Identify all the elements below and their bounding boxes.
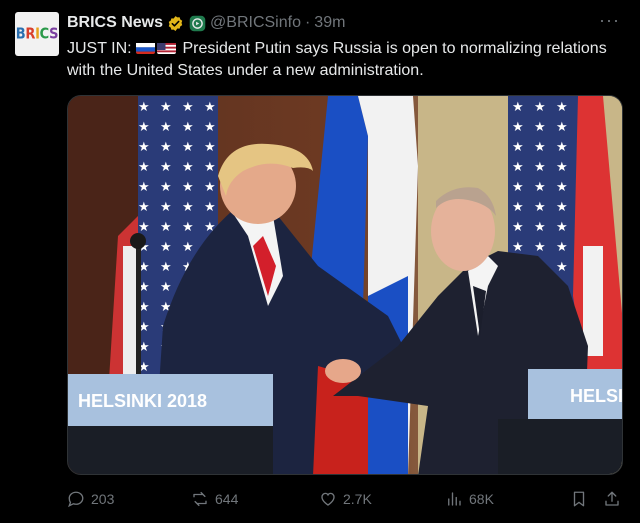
like-button[interactable]: 2.7K xyxy=(319,488,372,510)
views-button[interactable]: 68K xyxy=(445,488,494,510)
author-name[interactable]: BRICS News xyxy=(67,14,163,32)
like-count: 2.7K xyxy=(343,491,372,507)
avatar-logo-text: BRICS xyxy=(15,25,59,43)
reply-count: 203 xyxy=(91,491,115,507)
reply-icon xyxy=(68,491,84,508)
usa-flag-icon xyxy=(157,41,177,54)
author-handle[interactable]: @BRICSinfo xyxy=(210,14,301,32)
repost-button[interactable]: 644 xyxy=(191,488,238,510)
author-avatar[interactable]: BRICS xyxy=(15,12,59,56)
text-prefix: JUST IN: xyxy=(67,40,137,57)
russia-flag-icon xyxy=(136,41,156,54)
share-icon xyxy=(605,491,619,506)
separator-dot: · xyxy=(304,14,311,31)
verified-badge-icon[interactable] xyxy=(167,15,184,32)
repost-count: 644 xyxy=(215,491,239,507)
post-text: JUST IN: President Putin says Russia is … xyxy=(67,38,627,82)
repost-icon xyxy=(193,491,207,507)
bookmark-button[interactable] xyxy=(570,488,588,510)
views-count: 68K xyxy=(469,491,494,507)
action-bar: 203 644 2.7K 68K xyxy=(67,488,627,510)
podium-right-label: HELSI xyxy=(570,386,623,406)
post-header: BRICS News @BRICSinfo · 39m xyxy=(67,12,345,34)
reply-button[interactable]: 203 xyxy=(67,488,114,510)
affiliate-badge-icon[interactable] xyxy=(189,15,206,32)
more-dots-icon[interactable]: ··· xyxy=(599,10,620,31)
post-image[interactable]: ★ xyxy=(67,95,623,475)
views-chart-icon xyxy=(448,492,461,506)
heart-icon xyxy=(321,492,335,506)
post-timestamp[interactable]: 39m xyxy=(314,14,345,32)
share-button[interactable] xyxy=(603,488,621,510)
bookmark-icon xyxy=(573,491,585,507)
podium-left-label: HELSINKI 2018 xyxy=(78,391,207,411)
